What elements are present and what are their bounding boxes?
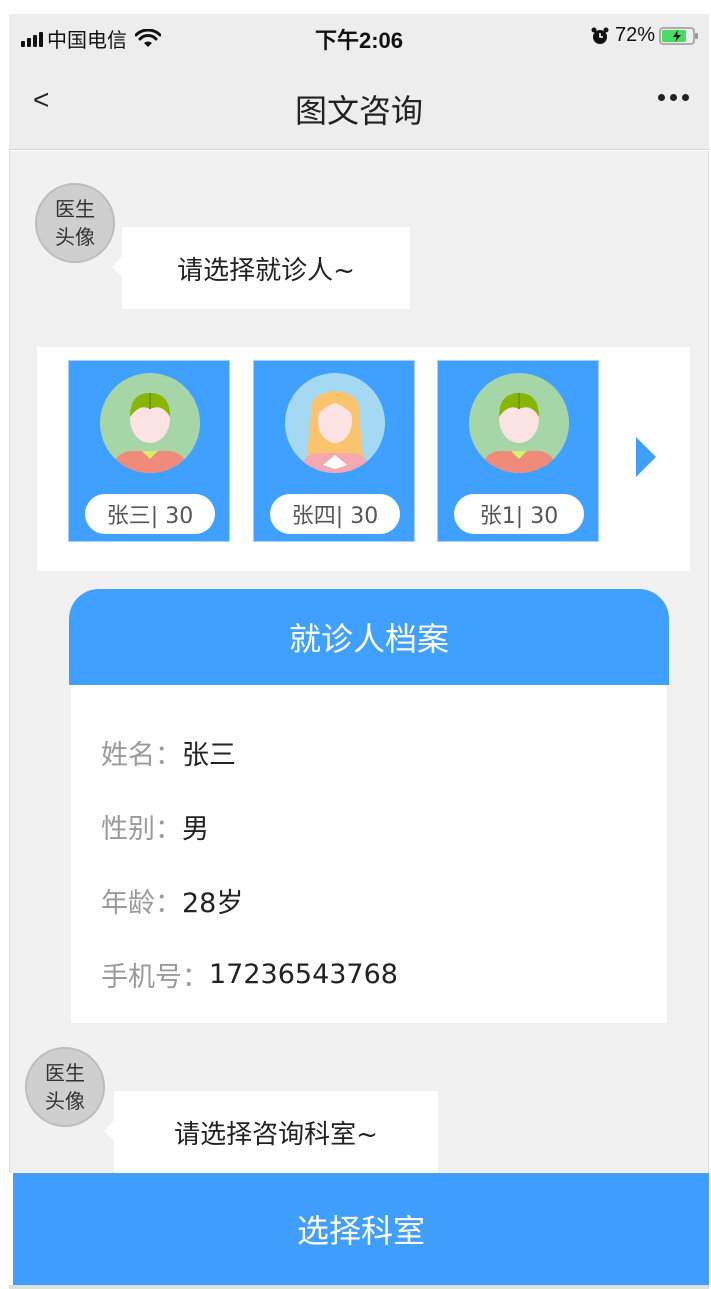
select-department-button[interactable]: 选择科室	[13, 1173, 709, 1285]
name-value: 张三	[182, 739, 236, 771]
boy-avatar-icon	[469, 373, 569, 473]
record-row-age: 年龄： 28岁	[101, 863, 637, 937]
battery-percent: 72%	[614, 24, 655, 46]
gender-value: 男	[182, 813, 209, 845]
patient-card[interactable]: 张四| 30	[253, 360, 415, 542]
patient-record-card: 就诊人档案 姓名： 张三 性别： 男 年龄： 28岁 手机号： 17236543…	[69, 589, 669, 1024]
patient-card[interactable]: 张三| 30	[68, 360, 230, 542]
chat-bubble-text: 请选择就诊人~	[177, 255, 355, 286]
phone-value: 17236543768	[209, 958, 398, 990]
patient-name: 张四| 30	[270, 494, 400, 534]
record-title: 就诊人档案	[69, 589, 669, 685]
doctor-avatar: 医生 头像	[35, 183, 115, 263]
chat-bubble-text: 请选择咨询科室~	[174, 1119, 378, 1150]
status-bar: 中国电信 下午2:06 72%	[9, 14, 709, 60]
girl-avatar-icon	[285, 373, 385, 473]
doctor-avatar: 医生 头像	[25, 1047, 105, 1127]
arrow-right-icon[interactable]	[636, 437, 656, 477]
record-row-gender: 性别： 男	[101, 789, 637, 863]
patient-name: 张三| 30	[85, 494, 215, 534]
name-label: 姓名：	[101, 739, 182, 771]
chat-bubble: 请选择就诊人~	[112, 227, 410, 309]
record-body: 姓名： 张三 性别： 男 年龄： 28岁 手机号： 17236543768	[71, 685, 667, 1023]
phone-label: 手机号：	[101, 961, 209, 993]
gender-label: 性别：	[101, 813, 182, 845]
bottom-divider	[9, 1285, 709, 1289]
battery-charging-icon	[659, 26, 698, 45]
patient-name: 张1| 30	[454, 494, 584, 534]
status-right: 72%	[591, 24, 699, 47]
navbar: < 图文咨询	[9, 60, 709, 150]
boy-avatar-icon	[100, 373, 200, 473]
chat-content[interactable]: 医生 头像 请选择就诊人~ 张三| 30 张四| 30 张1| 30 就诊人档案…	[9, 151, 709, 1173]
record-row-phone: 手机号： 17236543768	[101, 937, 637, 1011]
more-dots-icon[interactable]	[658, 94, 689, 101]
chat-bubble: 请选择咨询科室~	[104, 1091, 438, 1173]
patient-selector: 张三| 30 张四| 30 张1| 30	[37, 347, 690, 571]
patient-card[interactable]: 张1| 30	[437, 360, 599, 542]
page-title: 图文咨询	[294, 92, 423, 130]
age-value: 28岁	[182, 887, 244, 919]
age-label: 年龄：	[101, 887, 182, 919]
alarm-icon	[591, 27, 609, 44]
record-row-name: 姓名： 张三	[101, 715, 637, 789]
